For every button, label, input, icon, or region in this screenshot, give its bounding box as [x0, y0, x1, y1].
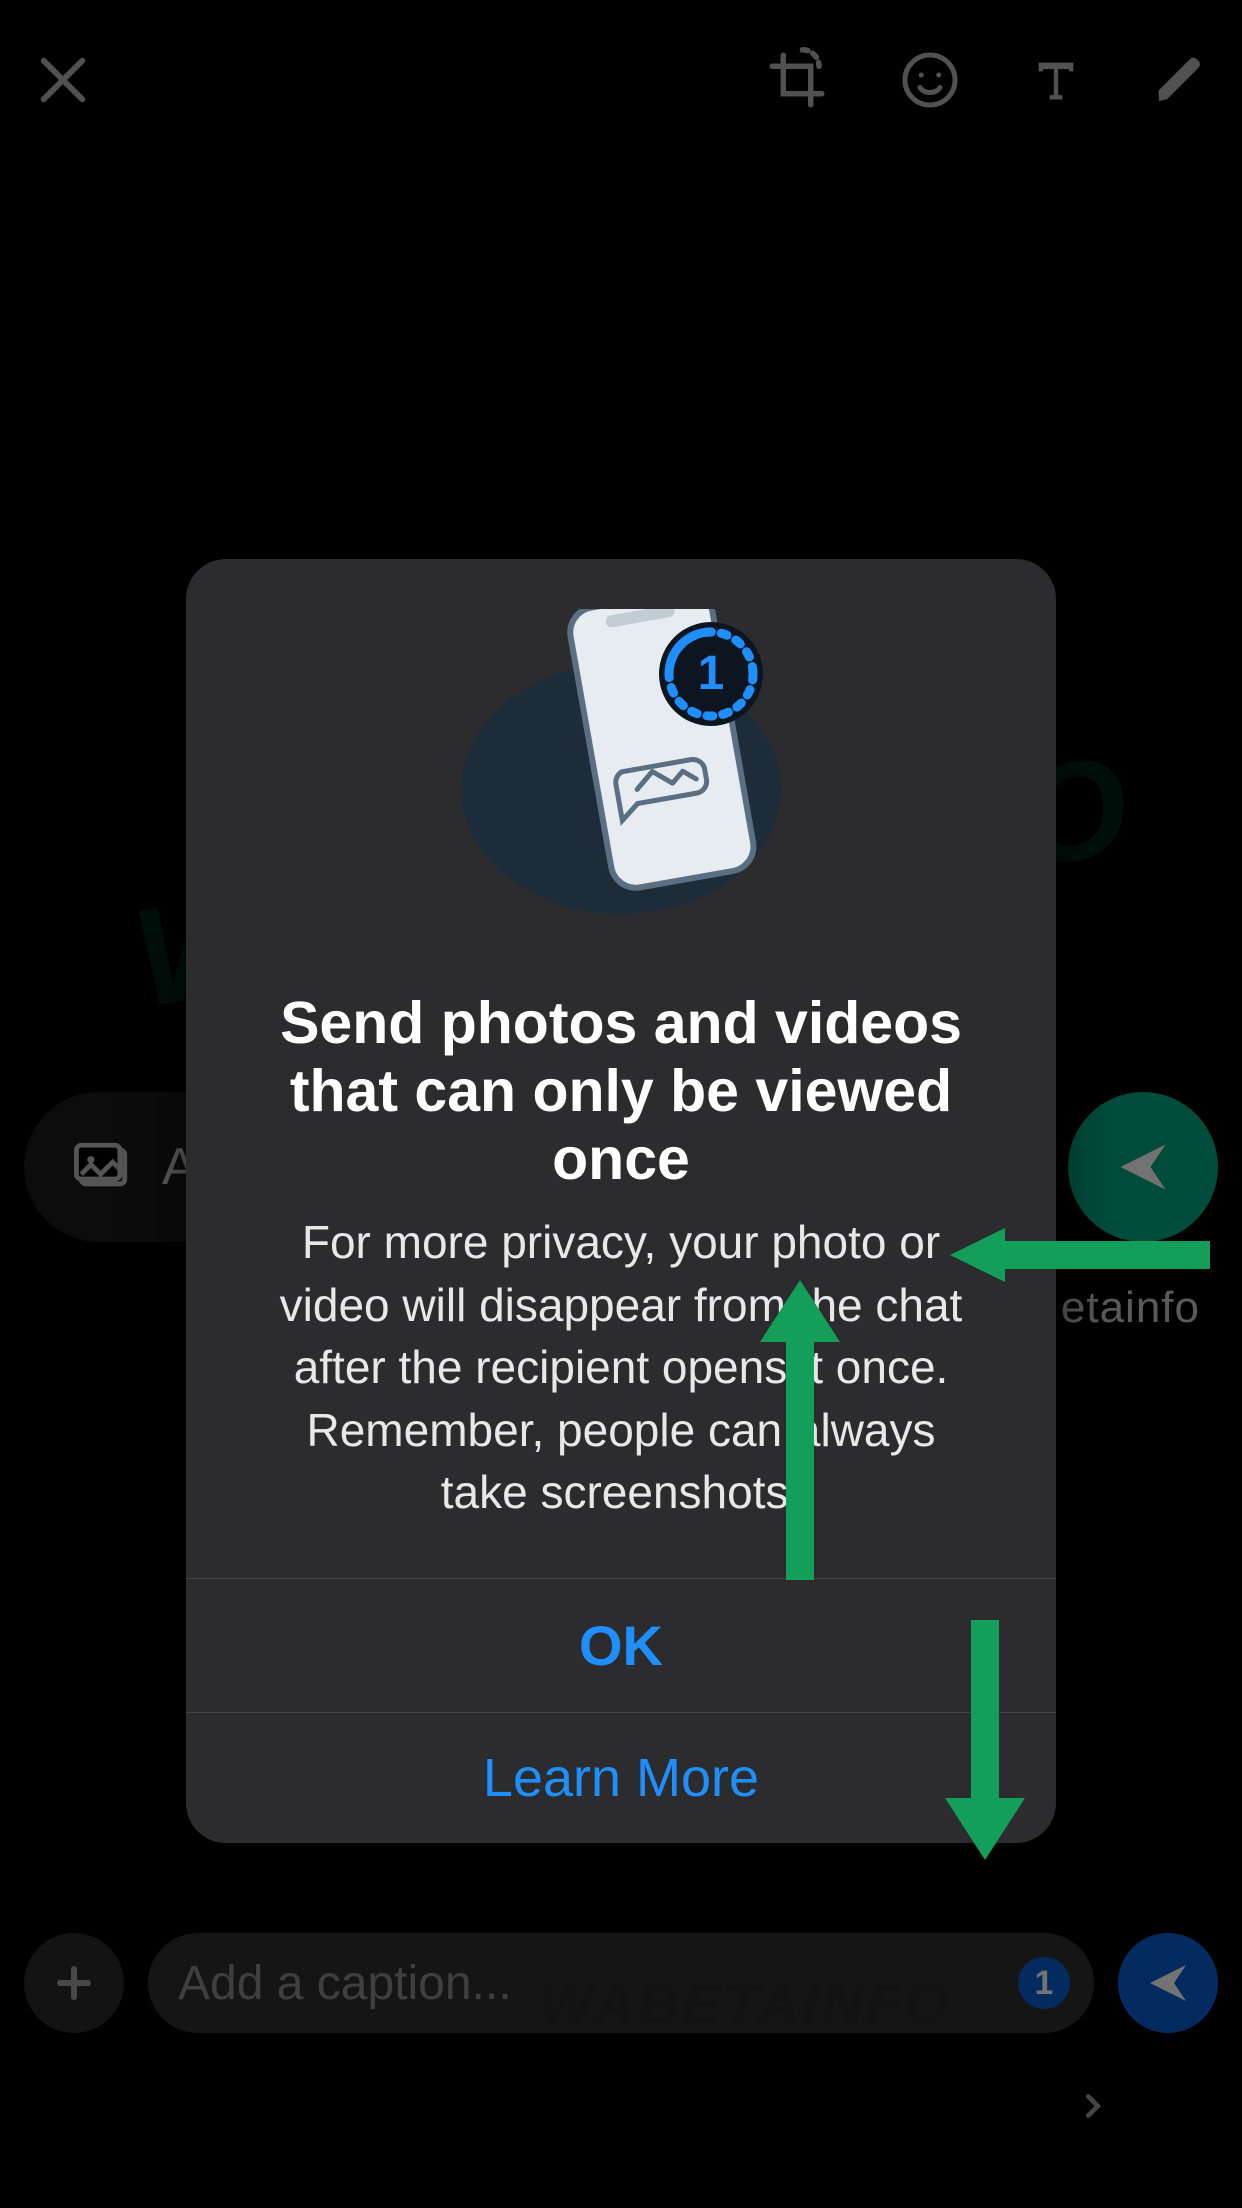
ok-button[interactable]: OK: [186, 1578, 1056, 1712]
view-once-glyph-icon: 1: [659, 622, 763, 726]
learn-more-button[interactable]: Learn More: [186, 1712, 1056, 1843]
svg-text:1: 1: [698, 647, 725, 700]
modal-body-text: For more privacy, your photo or video wi…: [186, 1211, 1056, 1578]
modal-illustration: 1: [186, 559, 1056, 939]
view-once-intro-modal: 1 Send photos and videos that can only b…: [186, 559, 1056, 1843]
modal-title: Send photos and videos that can only be …: [186, 939, 1056, 1211]
